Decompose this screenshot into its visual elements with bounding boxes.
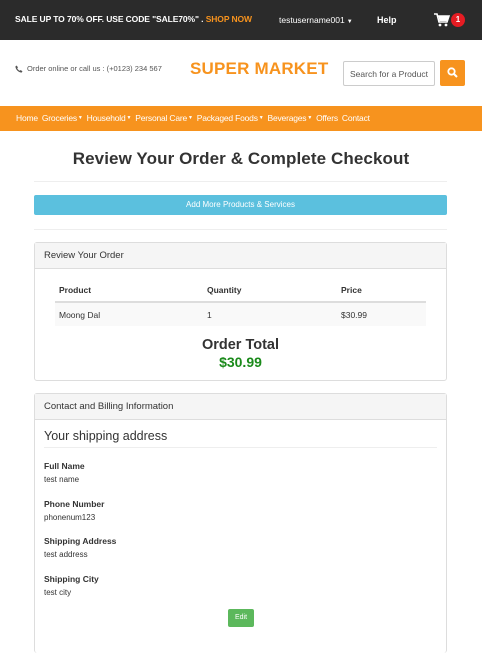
caret-down-icon: ▼ <box>346 19 353 25</box>
review-order-panel: Review Your Order Product Quantity Price… <box>34 242 447 381</box>
cart-count-badge: 1 <box>451 13 465 27</box>
column-header-product: Product <box>55 279 203 303</box>
username-label: testusername001 <box>279 15 345 25</box>
field-label: Shipping Address <box>44 536 117 546</box>
help-link[interactable]: Help <box>377 15 397 25</box>
add-more-products-button[interactable]: Add More Products & Services <box>34 195 447 215</box>
field-label: Shipping City <box>44 574 99 584</box>
field-label: Phone Number <box>44 499 105 509</box>
caret-down-icon: ▼ <box>77 115 83 122</box>
nav-item-personal-care[interactable]: Personal Care▼ <box>135 106 193 131</box>
caret-down-icon: ▼ <box>126 115 132 122</box>
caret-down-icon: ▼ <box>307 115 313 122</box>
search-button[interactable] <box>440 60 465 86</box>
contact-info: Order online or call us : (+0123) 234 56… <box>27 64 162 73</box>
quantity-cell: 1 <box>203 302 337 326</box>
review-order-heading: Review Your Order <box>35 243 446 269</box>
nav-item-groceries[interactable]: Groceries▼ <box>42 106 83 131</box>
field-value: test city <box>44 588 72 597</box>
promo-banner: SALE UP TO 70% OFF. USE CODE "SALE70%" .… <box>15 14 252 24</box>
divider <box>34 181 447 182</box>
site-logo[interactable]: SUPER MARKET <box>190 59 328 79</box>
nav-list: Home Groceries▼ Household▼ Personal Care▼ Pa… <box>0 106 482 131</box>
divider <box>44 447 437 448</box>
nav-item-label: Offers <box>316 113 338 123</box>
field-label: Full Name <box>44 461 85 471</box>
billing-heading: Contact and Billing Information <box>35 394 446 420</box>
order-total-label: Order Total <box>201 337 280 353</box>
field-value: test name <box>44 475 80 484</box>
caret-down-icon: ▼ <box>258 115 264 122</box>
column-header-price: Price <box>337 279 426 303</box>
nav-item-label: Personal Care <box>135 113 187 123</box>
top-bar: SALE UP TO 70% OFF. USE CODE "SALE70%" .… <box>0 0 482 40</box>
product-cell: Moong Dal <box>55 302 203 326</box>
promo-text: SALE UP TO 70% OFF. USE CODE "SALE70%" . <box>15 14 204 24</box>
nav-item-label: Household <box>86 113 126 123</box>
nav-item-label: Beverages <box>267 113 307 123</box>
nav-item-label: Contact <box>341 113 370 123</box>
full-name-field: Full Name test name <box>44 461 85 484</box>
nav-item-household[interactable]: Household▼ <box>87 106 132 131</box>
nav-item-home[interactable]: Home <box>16 106 38 131</box>
user-menu[interactable]: testusername001 ▼ <box>279 15 353 25</box>
nav-item-packaged-foods[interactable]: Packaged Foods▼ <box>197 106 264 131</box>
nav-item-beverages[interactable]: Beverages▼ <box>268 106 313 131</box>
order-total-value: $30.99 <box>219 354 262 370</box>
edit-button[interactable]: Edit <box>228 609 254 627</box>
field-value: test address <box>44 550 88 559</box>
main-nav: Home Groceries▼ Household▼ Personal Care▼ Pa… <box>0 106 482 131</box>
nav-item-label: Groceries <box>41 113 77 123</box>
field-value: phonenum123 <box>44 513 96 522</box>
phone-number-field: Phone Number phonenum123 <box>44 499 104 522</box>
billing-panel: Contact and Billing Information Your shi… <box>34 393 447 653</box>
column-header-quantity: Quantity <box>203 279 337 303</box>
caret-down-icon: ▼ <box>188 115 193 122</box>
shipping-address-field: Shipping Address test address <box>44 536 116 559</box>
shop-now-link[interactable]: SHOP NOW <box>206 14 252 24</box>
nav-item-label: Home <box>16 113 38 123</box>
shipping-city-field: Shipping City test city <box>44 574 99 597</box>
shipping-address-heading: Your shipping address <box>44 429 168 443</box>
divider <box>34 229 447 230</box>
nav-item-label: Packaged Foods <box>196 113 258 123</box>
cart-icon[interactable] <box>434 13 451 27</box>
search-input[interactable] <box>343 61 435 86</box>
search-icon <box>447 67 458 78</box>
phone-icon <box>15 65 23 73</box>
nav-item-offers[interactable]: Offers <box>316 106 338 131</box>
price-cell: $30.99 <box>337 302 426 326</box>
nav-item-contact[interactable]: Contact <box>342 106 370 131</box>
table-row: Moong Dal 1 $30.99 <box>55 302 426 326</box>
order-table: Product Quantity Price Moong Dal 1 $30.9… <box>55 279 426 326</box>
site-header: Order online or call us : (+0123) 234 56… <box>0 40 482 106</box>
page-title: Review Your Order & Complete Checkout <box>72 149 410 168</box>
